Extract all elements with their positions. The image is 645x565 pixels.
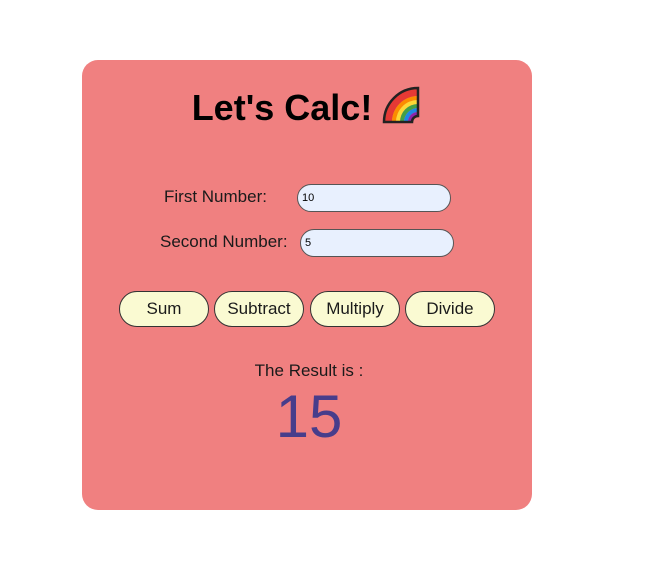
page-title: Let's Calc!	[82, 84, 532, 131]
calculator-card: Let's Calc! First Number: Second Number:…	[82, 60, 532, 510]
result-value: 15	[275, 383, 343, 450]
divide-button[interactable]: Divide	[405, 291, 495, 327]
second-number-label: Second Number:	[160, 232, 288, 251]
multiply-button[interactable]: Multiply	[310, 291, 400, 327]
result-label: The Result is :	[254, 361, 364, 380]
subtract-button[interactable]: Subtract	[214, 291, 304, 327]
first-number-input[interactable]	[297, 184, 451, 212]
second-number-input[interactable]	[300, 229, 454, 257]
sum-button[interactable]: Sum	[119, 291, 209, 327]
first-number-label: First Number:	[164, 187, 267, 206]
rainbow-icon	[380, 84, 422, 126]
title-text: Let's Calc!	[191, 87, 373, 128]
